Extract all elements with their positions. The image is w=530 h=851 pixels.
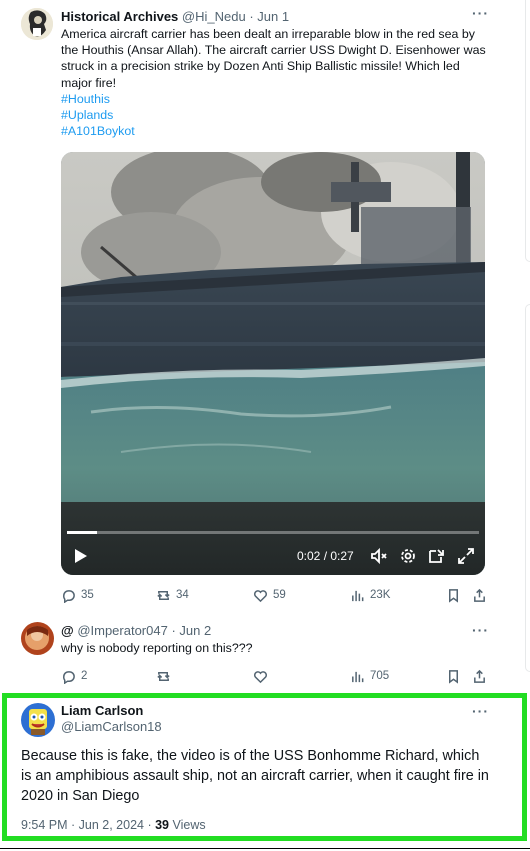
author-name[interactable]: Historical Archives [61,9,178,24]
share-button[interactable] [472,667,487,685]
like-button[interactable] [253,667,273,685]
reply-icon [62,670,75,684]
video-progress-bar[interactable] [67,531,479,534]
repost-button[interactable] [156,667,176,685]
bookmark-button[interactable] [446,586,461,604]
avatar[interactable] [21,8,53,40]
repost-icon [157,671,170,681]
view-count: 705 [370,670,390,682]
tweet-text: America aircraft carrier has been dealt … [61,26,491,139]
reply-icon [62,589,75,603]
fullscreen-icon[interactable] [457,547,475,565]
more-options-icon[interactable]: ··· [472,704,490,720]
tweet-actions: 35 34 59 23K [61,586,486,604]
picture-in-picture-icon[interactable] [428,547,446,565]
reply-count: 35 [81,589,94,601]
hashtag-link[interactable]: #A101Boykot [61,123,491,139]
view-count: 23K [370,589,391,601]
reply-button[interactable]: 2 [61,667,87,685]
hashtag-link[interactable]: #Uplands [61,107,491,123]
bookmark-icon [449,669,458,684]
analytics-icon [352,590,364,601]
views-button[interactable]: 705 [350,667,389,685]
tweet-actions: 2 705 [61,667,486,685]
views-label: Views [169,818,206,832]
author-name[interactable]: Liam Carlson [61,703,143,718]
more-options-icon[interactable]: ··· [472,6,490,22]
play-icon[interactable] [71,547,89,565]
reply-count: 2 [81,670,88,682]
views-button[interactable]: 23K [350,586,390,604]
repost-count: 34 [176,589,189,601]
tweet-body: America aircraft carrier has been dealt … [61,27,486,90]
repost-icon [157,590,170,600]
author-handle[interactable]: @Imperator047 [77,623,168,638]
like-count: 59 [273,589,286,601]
hashtag-link[interactable]: #Houthis [61,91,491,107]
like-button[interactable]: 59 [253,586,286,604]
settings-gear-icon[interactable] [399,547,417,565]
more-options-icon[interactable]: ··· [472,623,490,639]
tweet-historical-archives[interactable]: Historical Archives @Hi_Nedu · Jun 1 ···… [0,0,525,610]
video-time: 0:02 / 0:27 [297,549,354,563]
view-count: 39 [155,818,170,832]
repost-button[interactable]: 34 [156,586,189,604]
avatar[interactable] [21,703,55,737]
tweet-date[interactable]: · Jun 2 [171,623,211,638]
tweet-header: @ @Imperator047 · Jun 2 [61,623,211,638]
tweet-text: why is nobody reporting on this??? [61,641,253,655]
heart-icon [254,670,267,683]
mute-icon[interactable] [370,547,388,565]
avatar[interactable] [21,622,54,655]
share-button[interactable] [472,586,487,604]
video-progress-fill [67,531,98,534]
heart-icon [254,589,267,602]
bookmark-icon [449,588,458,603]
tweet-timestamp[interactable]: 9:54 PM · Jun 2, 2024 · [21,818,155,832]
author-handle[interactable]: @Hi_Nedu [182,9,246,24]
author-name[interactable]: @ [61,623,74,638]
tweet-meta: 9:54 PM · Jun 2, 2024 · 39 Views [21,818,206,832]
author-handle[interactable]: @LiamCarlson18 [61,719,162,734]
analytics-icon [352,671,364,682]
share-icon [474,669,485,683]
video-player[interactable]: 0:02 / 0:27 [61,152,485,575]
side-panel-edge [525,0,530,262]
tweet-header: Historical Archives @Hi_Nedu · Jun 1 [61,9,289,24]
tweet-text: Because this is fake, the video is of th… [21,748,489,804]
tweet-date[interactable]: · Jun 1 [249,9,289,24]
share-icon [474,588,485,602]
divider [0,848,530,849]
video-frame [61,152,485,575]
side-panel-edge [525,304,530,672]
tweet-imperator[interactable]: @ @Imperator047 · Jun 2 ··· why is nobod… [0,612,525,692]
bookmark-button[interactable] [446,667,461,685]
reply-button[interactable]: 35 [61,586,94,604]
